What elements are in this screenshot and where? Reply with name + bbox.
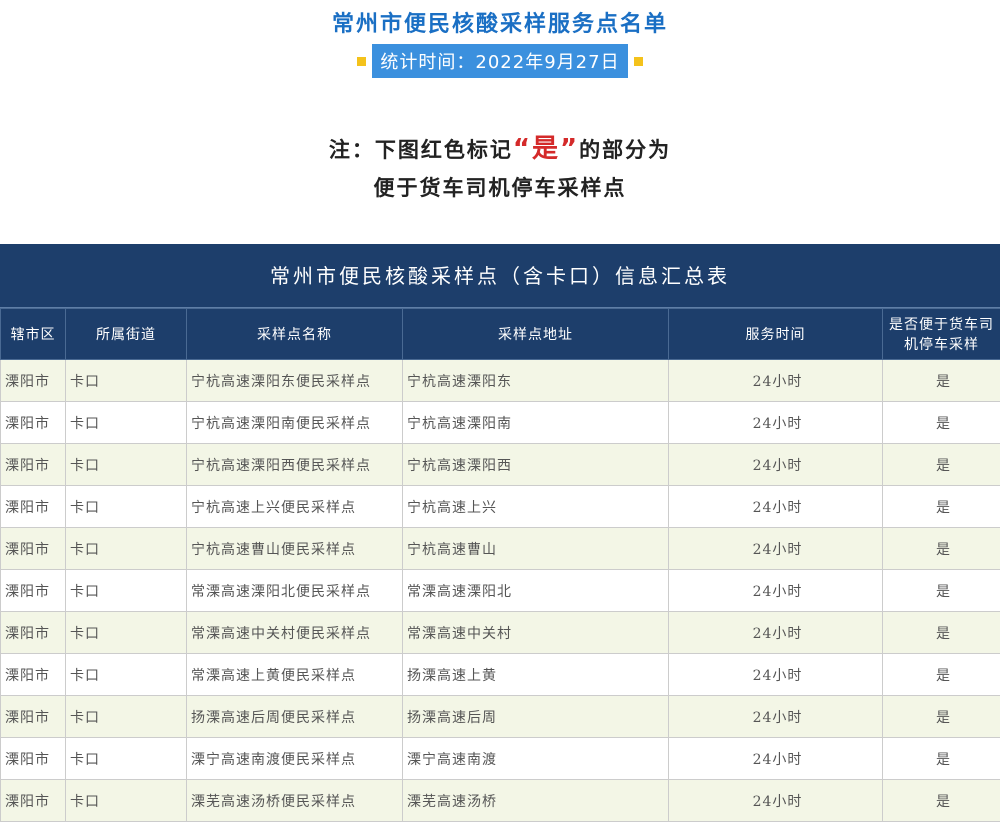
table-row: 溧阳市 卡口 宁杭高速溧阳西便民采样点 宁杭高速溧阳西 24小时 是 [1,444,1000,486]
cell-address: 扬溧高速上黄 [403,654,669,696]
cell-address: 宁杭高速溧阳东 [403,360,669,402]
cell-address: 宁杭高速溧阳南 [403,402,669,444]
cell-service-time: 24小时 [669,738,883,780]
cell-site-name: 溧宁高速南渡便民采样点 [187,738,403,780]
table-row: 溧阳市 卡口 扬溧高速后周便民采样点 扬溧高速后周 24小时 是 [1,696,1000,738]
cell-service-time: 24小时 [669,486,883,528]
table-row: 溧阳市 卡口 宁杭高速溧阳东便民采样点 宁杭高速溧阳东 24小时 是 [1,360,1000,402]
cell-district: 溧阳市 [1,696,66,738]
cell-site-name: 宁杭高速上兴便民采样点 [187,486,403,528]
col-header-street: 所属街道 [66,309,187,360]
cell-district: 溧阳市 [1,402,66,444]
table-header-row: 辖市区 所属街道 采样点名称 采样点地址 服务时间 是否便于货车司机停车采样 [1,309,1000,360]
cell-service-time: 24小时 [669,654,883,696]
note-line-1: 注：下图红色标记“是”的部分为 [0,128,1000,165]
cell-site-name: 溧芜高速汤桥便民采样点 [187,780,403,822]
table-row: 溧阳市 卡口 常溧高速中关村便民采样点 常溧高速中关村 24小时 是 [1,612,1000,654]
cell-site-name: 宁杭高速溧阳东便民采样点 [187,360,403,402]
cell-address: 溧宁高速南渡 [403,738,669,780]
cell-service-time: 24小时 [669,696,883,738]
cell-service-time: 24小时 [669,402,883,444]
cell-street: 卡口 [66,780,187,822]
cell-service-time: 24小时 [669,612,883,654]
cell-street: 卡口 [66,528,187,570]
cell-street: 卡口 [66,486,187,528]
cell-district: 溧阳市 [1,780,66,822]
cell-district: 溧阳市 [1,612,66,654]
note-quote: “是” [513,134,579,164]
table-row: 溧阳市 卡口 宁杭高速溧阳南便民采样点 宁杭高速溧阳南 24小时 是 [1,402,1000,444]
date-banner: 统计时间：2022年9月27日 [0,44,1000,78]
cell-district: 溧阳市 [1,444,66,486]
table-title: 常州市便民核酸采样点（含卡口）信息汇总表 [0,244,1000,308]
cell-service-time: 24小时 [669,444,883,486]
table-row: 溧阳市 卡口 宁杭高速曹山便民采样点 宁杭高速曹山 24小时 是 [1,528,1000,570]
col-header-truck-friendly: 是否便于货车司机停车采样 [883,309,1000,360]
cell-truck-flag: 是 [883,570,1000,612]
cell-address: 宁杭高速溧阳西 [403,444,669,486]
cell-site-name: 常溧高速中关村便民采样点 [187,612,403,654]
cell-district: 溧阳市 [1,570,66,612]
info-table: 辖市区 所属街道 采样点名称 采样点地址 服务时间 是否便于货车司机停车采样 溧… [0,308,1000,822]
cell-street: 卡口 [66,402,187,444]
cell-district: 溧阳市 [1,654,66,696]
table-row: 溧阳市 卡口 溧芜高速汤桥便民采样点 溧芜高速汤桥 24小时 是 [1,780,1000,822]
cell-site-name: 扬溧高速后周便民采样点 [187,696,403,738]
table-row: 溧阳市 卡口 常溧高速上黄便民采样点 扬溧高速上黄 24小时 是 [1,654,1000,696]
cell-street: 卡口 [66,360,187,402]
cell-address: 溧芜高速汤桥 [403,780,669,822]
cell-street: 卡口 [66,444,187,486]
cell-service-time: 24小时 [669,528,883,570]
cell-truck-flag: 是 [883,402,1000,444]
table-row: 溧阳市 卡口 溧宁高速南渡便民采样点 溧宁高速南渡 24小时 是 [1,738,1000,780]
col-header-address: 采样点地址 [403,309,669,360]
cell-truck-flag: 是 [883,654,1000,696]
cell-site-name: 宁杭高速溧阳西便民采样点 [187,444,403,486]
cell-site-name: 宁杭高速曹山便民采样点 [187,528,403,570]
cell-district: 溧阳市 [1,360,66,402]
cell-district: 溧阳市 [1,486,66,528]
cell-truck-flag: 是 [883,696,1000,738]
square-bullet-icon [634,57,643,66]
cell-service-time: 24小时 [669,360,883,402]
col-header-district: 辖市区 [1,309,66,360]
cell-site-name: 常溧高速溧阳北便民采样点 [187,570,403,612]
cell-street: 卡口 [66,696,187,738]
cell-street: 卡口 [66,654,187,696]
note-line-2: 便于货车司机停车采样点 [0,172,1000,202]
cell-truck-flag: 是 [883,444,1000,486]
note-prefix: 注：下图 [329,138,421,162]
cell-truck-flag: 是 [883,738,1000,780]
cell-site-name: 常溧高速上黄便民采样点 [187,654,403,696]
cell-address: 扬溧高速后周 [403,696,669,738]
note-suffix: 的部分为 [579,138,671,162]
cell-truck-flag: 是 [883,612,1000,654]
cell-address: 宁杭高速曹山 [403,528,669,570]
page-title: 常州市便民核酸采样服务点名单 [0,6,1000,38]
cell-address: 常溧高速中关村 [403,612,669,654]
cell-street: 卡口 [66,570,187,612]
table-row: 溧阳市 卡口 常溧高速溧阳北便民采样点 常溧高速溧阳北 24小时 是 [1,570,1000,612]
cell-site-name: 宁杭高速溧阳南便民采样点 [187,402,403,444]
col-header-service-time: 服务时间 [669,309,883,360]
col-header-site-name: 采样点名称 [187,309,403,360]
cell-district: 溧阳市 [1,528,66,570]
cell-service-time: 24小时 [669,780,883,822]
cell-truck-flag: 是 [883,528,1000,570]
cell-street: 卡口 [66,612,187,654]
square-bullet-icon [357,57,366,66]
table-row: 溧阳市 卡口 宁杭高速上兴便民采样点 宁杭高速上兴 24小时 是 [1,486,1000,528]
cell-truck-flag: 是 [883,360,1000,402]
cell-service-time: 24小时 [669,570,883,612]
cell-district: 溧阳市 [1,738,66,780]
date-label: 统计时间：2022年9月27日 [372,44,627,78]
cell-truck-flag: 是 [883,780,1000,822]
cell-address: 宁杭高速上兴 [403,486,669,528]
note-red-mark: 红色标记 [421,138,513,162]
cell-truck-flag: 是 [883,486,1000,528]
cell-street: 卡口 [66,738,187,780]
cell-address: 常溧高速溧阳北 [403,570,669,612]
